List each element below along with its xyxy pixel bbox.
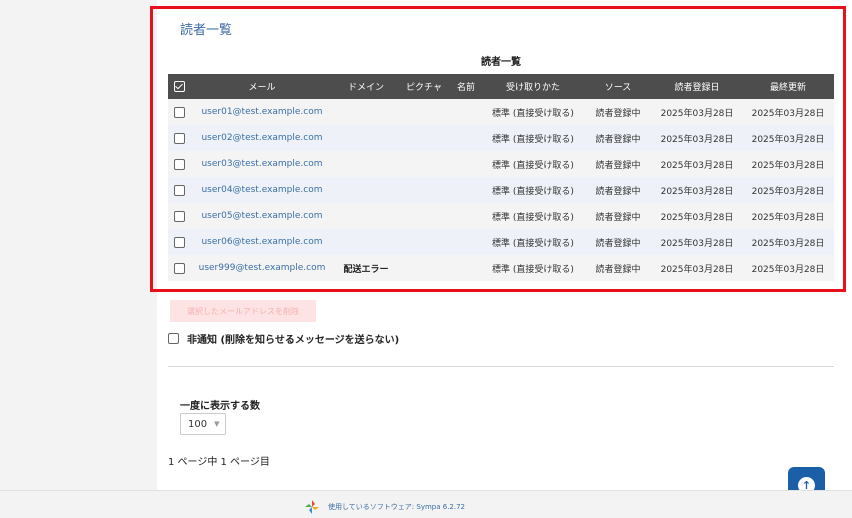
divider — [168, 366, 834, 367]
per-page-select[interactable]: 100 ▼ — [180, 413, 226, 435]
footer: 使用しているソフトウェア: Sympa 6.2.72 — [0, 490, 852, 518]
page-info: 1 ページ中 1 ページ目 — [168, 457, 270, 468]
per-page-value: 100 — [188, 418, 208, 430]
footer-credit[interactable]: 使用しているソフトウェア: Sympa 6.2.72 — [304, 499, 465, 515]
sympa-logo-icon — [305, 500, 319, 514]
delete-selected-button[interactable]: 選択したメールアドレスを削除 — [170, 300, 316, 322]
highlight-frame — [150, 6, 846, 292]
quiet-checkbox[interactable] — [168, 333, 179, 344]
chevron-down-icon: ▼ — [214, 420, 220, 428]
per-page-label: 一度に表示する数 — [180, 401, 260, 412]
quiet-option-label: 非通知 (削除を知らせるメッセージを送らない) — [187, 335, 400, 346]
footer-text: 使用しているソフトウェア: Sympa 6.2.72 — [328, 503, 466, 511]
quiet-option[interactable]: 非通知 (削除を知らせるメッセージを送らない) — [168, 331, 399, 346]
